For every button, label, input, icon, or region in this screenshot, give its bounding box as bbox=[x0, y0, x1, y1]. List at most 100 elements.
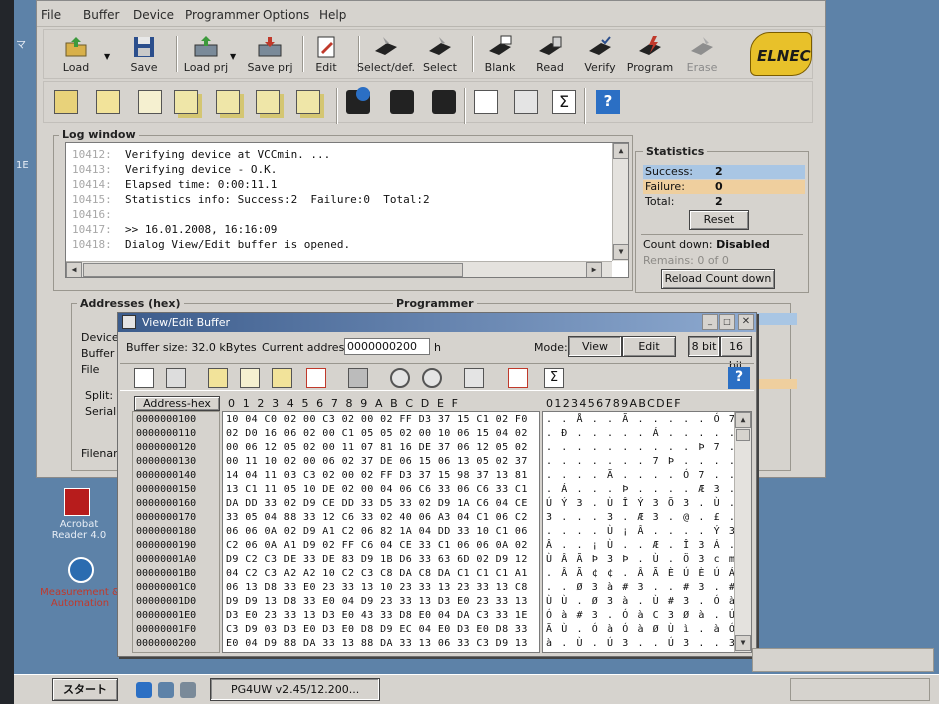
menu-options[interactable]: Options bbox=[263, 8, 309, 22]
find-icon[interactable] bbox=[390, 368, 410, 388]
hex-row[interactable]: DA DD 33 02 D9 CE DD 33 D5 33 02 D9 1A C… bbox=[226, 498, 528, 509]
reset-button[interactable]: Reset bbox=[689, 210, 749, 230]
hex-row[interactable]: 00 11 10 02 00 06 02 37 DE 06 15 06 13 0… bbox=[226, 456, 528, 467]
select-device-button[interactable]: Select bbox=[410, 32, 470, 78]
quicklaunch-icon[interactable] bbox=[180, 682, 196, 698]
hex-row[interactable]: C2 06 0A A1 D9 02 FF C6 04 CE 33 C1 06 0… bbox=[226, 540, 528, 551]
hex-data-grid[interactable]: 10 04 C0 02 00 C3 02 00 02 FF D3 37 15 C… bbox=[222, 411, 540, 653]
ascii-row[interactable]: . . Å . . Ã . . . . . Ó 7 . Á . ð bbox=[546, 414, 751, 425]
save-project-button[interactable]: Save prj bbox=[240, 32, 300, 78]
log-vertical-scrollbar[interactable]: ▲ ▼ bbox=[612, 143, 628, 261]
horizontal-scroll-thumb[interactable] bbox=[83, 263, 463, 277]
ascii-row[interactable]: . . . . . . . . . . Þ 7 . . . . bbox=[546, 442, 751, 453]
ascii-row[interactable]: . . . . Ã . . . . Ó 7 . . 7 . . bbox=[546, 470, 751, 481]
program-button[interactable]: Program bbox=[620, 32, 680, 78]
log-output[interactable]: 10412: Verifying device at VCCmin. ... 1… bbox=[65, 142, 629, 278]
ascii-row[interactable]: . Â Ã ¢ ¢ . Â Ã È Ú È Ú Á Á Á ¡ bbox=[546, 568, 751, 579]
move-block-icon[interactable] bbox=[272, 368, 292, 388]
acrobat-reader-icon[interactable] bbox=[64, 488, 90, 516]
device-options-icon[interactable] bbox=[390, 90, 414, 114]
measurement-automation-icon[interactable] bbox=[68, 557, 94, 583]
hex-row[interactable]: 33 05 04 88 33 12 C6 33 02 40 06 A3 04 C… bbox=[226, 512, 528, 523]
copy-block-icon[interactable] bbox=[240, 368, 260, 388]
erase-button[interactable]: Erase bbox=[672, 32, 732, 78]
calculator-icon[interactable] bbox=[166, 368, 186, 388]
document-pages-icon[interactable] bbox=[296, 90, 320, 114]
language-bar[interactable] bbox=[752, 648, 934, 672]
scroll-up-icon[interactable]: ▲ bbox=[735, 412, 751, 428]
ascii-row[interactable]: 3 . . . 3 . Æ 3 . @ . £ . Á . Â bbox=[546, 512, 751, 523]
multi-document-icon[interactable] bbox=[216, 90, 240, 114]
help-icon[interactable]: ? bbox=[728, 367, 750, 389]
measurement-automation-label[interactable]: Measurement & Automation bbox=[40, 587, 120, 609]
hex-row[interactable]: 06 13 D8 33 E0 23 33 13 10 23 33 13 23 3… bbox=[226, 582, 528, 593]
checksum-icon[interactable]: Σ bbox=[552, 90, 576, 114]
new-document-icon[interactable] bbox=[54, 90, 78, 114]
edit-button[interactable]: Edit bbox=[296, 32, 356, 78]
scroll-left-icon[interactable]: ◀ bbox=[66, 262, 82, 277]
current-address-input[interactable]: 0000000200 bbox=[344, 338, 430, 355]
ascii-row[interactable]: Ã Ù . Ó à Ó à Ø Ù ì . à Ó à Ø 3 bbox=[546, 624, 751, 635]
document-stack-icon[interactable] bbox=[256, 90, 280, 114]
document-icon[interactable] bbox=[138, 90, 162, 114]
scroll-down-icon[interactable]: ▼ bbox=[613, 244, 628, 260]
ascii-row[interactable]: Ù Ù . Ø 3 à . Ù # 3 . Ó à # 3 . bbox=[546, 596, 751, 607]
pencil-edit-icon[interactable] bbox=[134, 368, 154, 388]
fill-block-icon[interactable] bbox=[208, 368, 228, 388]
swap-bytes-icon[interactable] bbox=[306, 368, 326, 388]
select-default-button[interactable]: Select/def. bbox=[356, 32, 416, 78]
menu-programmer[interactable]: Programmer bbox=[185, 8, 260, 22]
log-horizontal-scrollbar[interactable]: ◀ ▶ bbox=[66, 261, 612, 277]
checksum-icon[interactable]: Σ bbox=[544, 368, 564, 388]
save-button[interactable]: Save bbox=[114, 32, 174, 78]
ascii-row[interactable]: . . Ø 3 à # 3 . . # 3 . # 3 . È bbox=[546, 582, 751, 593]
menu-file[interactable]: File bbox=[41, 8, 61, 22]
8bit-button[interactable]: 8 bit bbox=[688, 336, 720, 357]
help-icon[interactable]: ? bbox=[596, 90, 620, 114]
dialog-titlebar[interactable]: View/Edit Buffer _ □ ✕ bbox=[118, 313, 756, 332]
hex-row[interactable]: 02 D0 16 06 02 00 C1 05 05 02 00 10 06 1… bbox=[226, 428, 528, 439]
hex-row[interactable]: 10 04 C0 02 00 C3 02 00 02 FF D3 37 15 C… bbox=[226, 414, 528, 425]
taskbar-pg4uw-button[interactable]: PG4UW v2.45/12.200... bbox=[210, 678, 380, 701]
hex-row[interactable]: D3 E0 23 33 13 D3 E0 43 33 D8 E0 04 DA C… bbox=[226, 610, 528, 621]
find-replace-icon[interactable] bbox=[422, 368, 442, 388]
ascii-row[interactable]: Ú Ý 3 . Ù Î Ý 3 Õ 3 . Ù . Æ . Î bbox=[546, 498, 751, 509]
scroll-down-icon[interactable]: ▼ bbox=[735, 635, 751, 651]
start-button[interactable]: スタート bbox=[52, 678, 118, 701]
calculator-icon[interactable] bbox=[514, 90, 538, 114]
hex-row[interactable]: 13 C1 11 05 10 DE 02 00 04 06 C6 33 06 C… bbox=[226, 484, 528, 495]
ascii-row[interactable]: à . Ù . Ú 3 . . Ú 3 . . 3 Ã Ù . bbox=[546, 638, 751, 649]
menu-device[interactable]: Device bbox=[133, 8, 174, 22]
close-icon[interactable]: ✕ bbox=[738, 314, 754, 330]
ascii-row[interactable]: Ù Â Ã Þ 3 Þ . Ù . Ö 3 c m . Ù . bbox=[546, 554, 751, 565]
hex-row[interactable]: D9 C2 C3 DE 33 DE 83 D9 1B D6 33 63 6D 0… bbox=[226, 554, 528, 565]
menu-help[interactable]: Help bbox=[319, 8, 346, 22]
load-project-button[interactable]: Load prj bbox=[176, 32, 236, 78]
view-mode-button[interactable]: View bbox=[568, 336, 622, 357]
load-button[interactable]: Load bbox=[46, 32, 106, 78]
ascii-row[interactable]: . Á . . . Þ . . . . Æ 3 . Æ 3 Á bbox=[546, 484, 751, 495]
pencil-edit-icon[interactable] bbox=[474, 90, 498, 114]
vertical-scroll-thumb[interactable] bbox=[736, 429, 750, 441]
scroll-right-icon[interactable]: ▶ bbox=[586, 262, 602, 277]
quicklaunch-icon[interactable] bbox=[158, 682, 174, 698]
ascii-row[interactable]: . Ð . . . . . Á . . . . . . . . bbox=[546, 428, 751, 439]
load-dropdown-icon[interactable]: ▼ bbox=[104, 52, 110, 61]
maximize-icon[interactable]: □ bbox=[719, 314, 735, 330]
hex-vertical-scrollbar[interactable]: ▲ ▼ bbox=[734, 412, 751, 652]
hex-row[interactable]: 00 06 12 05 02 00 11 07 81 16 DE 37 06 1… bbox=[226, 442, 528, 453]
hex-row[interactable]: 14 04 11 03 C3 02 00 02 FF D3 37 15 98 3… bbox=[226, 470, 528, 481]
ascii-row[interactable]: . . . . Ù ¡ Â . . . . Ý 3 . Á . bbox=[546, 526, 751, 537]
device-list-icon[interactable] bbox=[432, 90, 456, 114]
edit-mode-button[interactable]: Edit bbox=[622, 336, 676, 357]
hex-row[interactable]: 06 06 0A 02 D9 A1 C2 06 82 1A 04 DD 33 1… bbox=[226, 526, 528, 537]
minimize-icon[interactable]: _ bbox=[702, 314, 718, 330]
hex-row[interactable]: 04 C2 C3 A2 A2 10 C2 C3 C8 DA C8 DA C1 C… bbox=[226, 568, 528, 579]
erase-buffer-icon[interactable] bbox=[508, 368, 528, 388]
device-info-icon[interactable] bbox=[346, 87, 370, 114]
ascii-row[interactable]: Â . . ¡ Ù . . Æ . Î 3 Á . . . . bbox=[546, 540, 751, 551]
window-copy-icon[interactable] bbox=[464, 368, 484, 388]
16bit-button[interactable]: 16 bit bbox=[720, 336, 752, 372]
quicklaunch-icon[interactable] bbox=[136, 682, 152, 698]
acrobat-reader-label[interactable]: Acrobat Reader 4.0 bbox=[44, 519, 114, 541]
